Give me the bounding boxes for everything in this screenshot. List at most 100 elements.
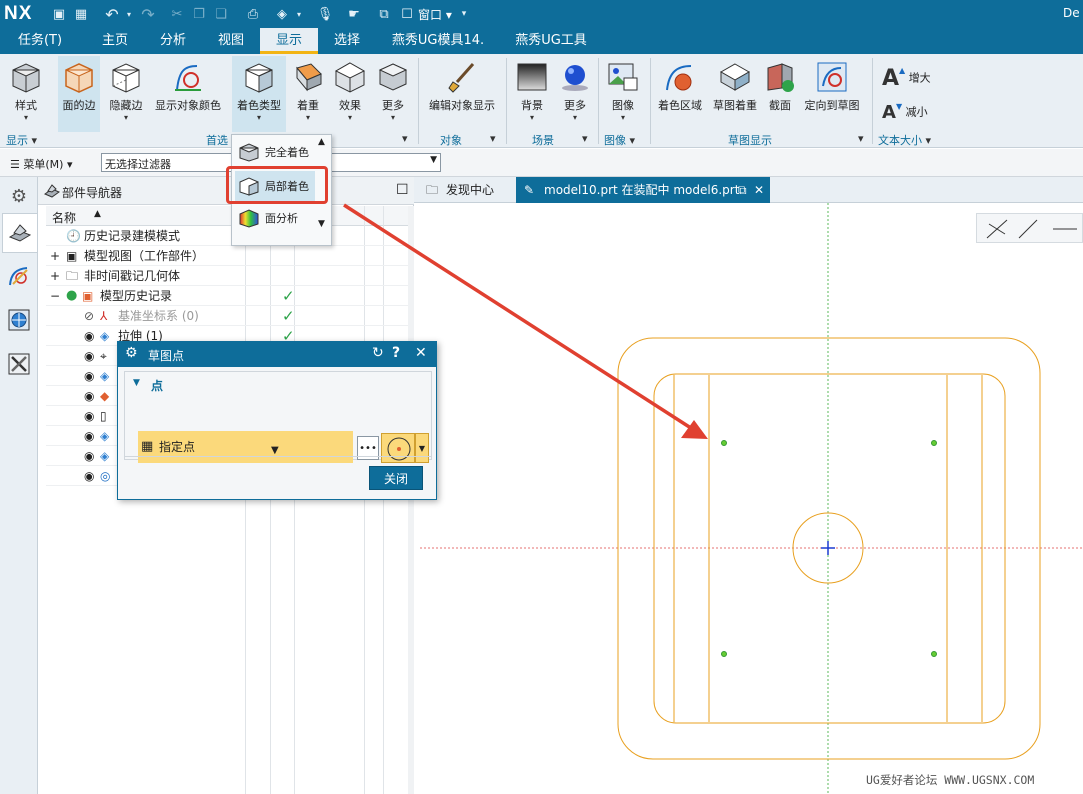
undo-icon[interactable]: ↶ — [102, 5, 122, 24]
tab-selection[interactable]: 选择 — [324, 28, 370, 54]
print-icon[interactable]: ⎙ — [244, 5, 262, 23]
part-navigator-tab[interactable] — [2, 213, 38, 253]
window-switch-icon[interactable]: ⧉ — [374, 5, 394, 23]
eye-icon[interactable]: ◉ — [84, 406, 94, 426]
more-scene-button[interactable]: 更多 ▾ — [556, 56, 594, 132]
tree-row-datum-csys[interactable]: ⊘ ⅄ 基准坐标系 (0) ✓ — [46, 306, 408, 326]
tree-row-timeless-geometry[interactable]: + 🗀 非时间戳记几何体 — [46, 266, 408, 286]
orient-to-sketch-button[interactable]: 定向到草图 — [800, 56, 864, 132]
eye-icon[interactable]: ◉ — [84, 386, 94, 406]
scroll-up-icon[interactable]: ▲ — [318, 137, 325, 147]
view-dropdown-icon[interactable]: ▾ — [294, 5, 304, 23]
more-options-icon[interactable]: ▼ — [271, 445, 279, 456]
point-type-button[interactable] — [381, 433, 415, 463]
window-icon[interactable]: ☐ — [398, 5, 416, 23]
undo-dropdown-icon[interactable]: ▾ — [124, 5, 134, 23]
tools-tab[interactable] — [4, 349, 34, 379]
collapse-section-icon[interactable]: ▼ — [133, 378, 140, 388]
text-decrease-button[interactable]: A▼ 减小 — [882, 102, 942, 123]
shading-type-button[interactable]: 着色类型 ▾ — [232, 56, 286, 132]
menu-button[interactable]: ☰ 菜单(M) ▾ — [10, 156, 72, 172]
hidden-edges-button[interactable]: 隐藏边 ▾ — [104, 56, 148, 132]
collapse-icon[interactable]: − — [50, 286, 60, 306]
scroll-down-icon[interactable]: ▼ — [318, 219, 325, 229]
reset-icon[interactable]: ↻ — [372, 345, 384, 361]
scene-group-dropdown-icon[interactable]: ▾ — [582, 132, 588, 146]
save-all-icon[interactable]: ▦ — [72, 5, 90, 23]
paste-icon[interactable]: ❏ — [212, 5, 230, 23]
sketch-point[interactable] — [721, 440, 727, 446]
tab-discovery-center[interactable]: 🗀 发现中心 — [418, 177, 516, 203]
effects-button[interactable]: 效果 ▾ — [330, 56, 370, 132]
menu-item-full-shading[interactable]: 完全着色 — [235, 137, 315, 167]
tab-home[interactable]: 主页 — [92, 28, 138, 54]
help-icon[interactable]: ? — [392, 345, 400, 361]
background-button[interactable]: 背景 ▾ — [512, 56, 552, 132]
group-text-size[interactable]: 文本大小 ▾ — [878, 132, 931, 147]
style-button[interactable]: 样式 ▾ — [4, 56, 48, 132]
settings-gear-icon[interactable]: ⚙ — [4, 181, 34, 211]
redo-icon[interactable]: ↷ — [138, 5, 158, 24]
tree-row-model-views[interactable]: + ▣ 模型视图（工作部件） — [46, 246, 408, 266]
tree-row-history-mode[interactable]: 🕘 历史记录建模模式 — [46, 226, 408, 246]
eye-icon[interactable]: ◉ — [84, 366, 94, 386]
tab-tasks[interactable]: 任务(T) — [10, 28, 70, 54]
maximize-icon[interactable]: ☐ — [396, 182, 409, 198]
sketch-point[interactable] — [931, 440, 937, 446]
cut-icon[interactable]: ✂ — [168, 5, 186, 23]
microphone-icon[interactable]: 🎙 — [316, 5, 334, 23]
tab-display[interactable]: 显示 — [260, 28, 318, 54]
text-increase-button[interactable]: A▲ 增大 — [882, 66, 942, 91]
eye-icon[interactable]: ◉ — [84, 426, 94, 446]
quick-access-dropdown-icon[interactable]: ▾ — [458, 5, 470, 23]
edit-object-display-button[interactable]: 编辑对象显示 — [424, 56, 500, 132]
emphasis-button[interactable]: 着重 ▾ — [290, 56, 326, 132]
sketch-tab[interactable] — [4, 261, 34, 291]
hidden-eye-icon[interactable]: ⊘ — [84, 306, 94, 326]
close-icon[interactable]: ✕ — [754, 177, 764, 203]
tab-yanxiu-tools[interactable]: 燕秀UG工具 — [506, 28, 596, 54]
column-header[interactable]: 名称 ▲ — [46, 206, 408, 226]
tree-row-model-history[interactable]: − ● ▣ 模型历史记录 ✓ — [46, 286, 408, 306]
sketch-display-group-dropdown-icon[interactable]: ▾ — [858, 132, 864, 146]
eye-icon[interactable]: ◉ — [84, 346, 94, 366]
tab-view[interactable]: 视图 — [208, 28, 254, 54]
eye-icon[interactable]: ◉ — [84, 326, 94, 346]
sketch-point[interactable] — [931, 651, 937, 657]
close-button[interactable]: 关闭 — [369, 466, 423, 490]
tab-yanxiu-mold[interactable]: 燕秀UG模具14. — [384, 28, 492, 54]
constraint-icons[interactable] — [977, 214, 1083, 244]
section-button[interactable]: 截面 — [764, 56, 796, 132]
save-icon[interactable]: ▣ — [50, 5, 68, 23]
expand-icon[interactable]: + — [50, 246, 60, 266]
external-window-icon[interactable]: ⧉ — [738, 177, 747, 203]
tab-analysis[interactable]: 分析 — [150, 28, 196, 54]
eye-icon[interactable]: ◉ — [84, 466, 94, 486]
group-image[interactable]: 图像 ▾ — [604, 132, 635, 147]
sketch-point[interactable] — [721, 651, 727, 657]
face-edges-button[interactable]: 面的边 — [58, 56, 100, 132]
expand-icon[interactable]: + — [50, 266, 60, 286]
web-browser-tab[interactable] — [4, 305, 34, 335]
point-type-dropdown-icon[interactable]: ▼ — [415, 433, 429, 463]
sketch-canvas[interactable] — [420, 203, 1083, 794]
eye-icon[interactable]: ◉ — [84, 446, 94, 466]
close-icon[interactable]: ✕ — [415, 345, 427, 361]
menu-item-face-analysis[interactable]: 面分析 — [235, 203, 315, 233]
show-object-color-button[interactable]: 显示对象颜色 — [152, 56, 224, 132]
object-group-dropdown-icon[interactable]: ▾ — [490, 132, 496, 146]
dialog-header[interactable]: ⚙ 草图点 ↻ ? ✕ — [118, 342, 436, 367]
window-menu[interactable]: 窗口 ▾ — [418, 6, 452, 23]
group-display[interactable]: 显示 ▾ — [6, 132, 37, 147]
graphics-window[interactable] — [420, 203, 1083, 794]
view-icon[interactable]: ◈ — [272, 5, 292, 23]
sketch-shading-button[interactable]: 草图着重 — [710, 56, 760, 132]
preferences-group-dropdown-icon[interactable]: ▾ — [402, 132, 408, 146]
image-button[interactable]: 图像 ▾ — [602, 56, 644, 132]
copy-icon[interactable]: ❐ — [190, 5, 208, 23]
touch-icon[interactable]: ☛ — [344, 5, 364, 23]
more-display-button[interactable]: 更多 ▾ — [374, 56, 412, 132]
tab-model10[interactable]: ✎ model10.prt 在装配中 model6.prt ⧉ ✕ — [516, 177, 770, 203]
navigator-scrollbar[interactable] — [408, 206, 414, 794]
specify-point-field[interactable]: ▦ 指定点 — [138, 431, 353, 463]
